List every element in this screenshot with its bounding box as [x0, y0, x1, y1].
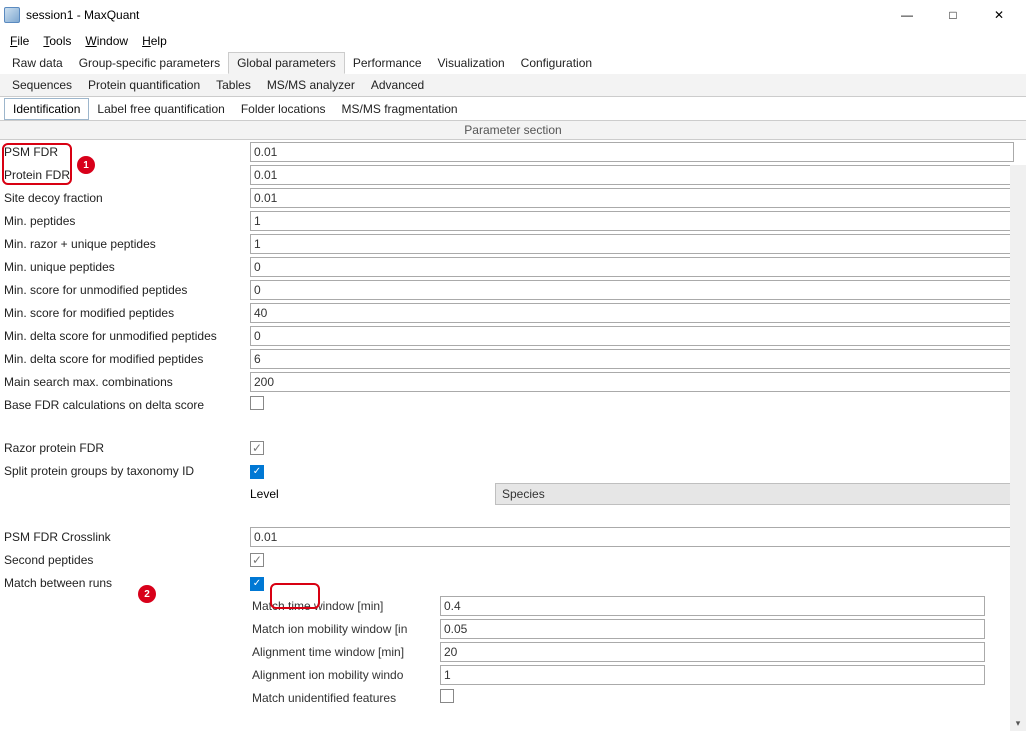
match-ion-label: Match ion mobility window [in — [0, 622, 440, 636]
min-razor-input[interactable] — [250, 234, 1014, 254]
menu-help[interactable]: Help — [142, 34, 167, 48]
menu-bar: File Tools Window Help — [0, 30, 1026, 52]
tab-performance[interactable]: Performance — [345, 53, 430, 73]
scrollbar-track[interactable] — [1010, 165, 1026, 731]
min-unique-input[interactable] — [250, 257, 1014, 277]
site-decoy-input[interactable] — [250, 188, 1014, 208]
second-pep-checkbox[interactable]: ✓ — [250, 553, 264, 567]
scroll-down-button[interactable]: ▾ — [1010, 715, 1026, 731]
split-tax-checkbox[interactable]: ✓ — [250, 465, 264, 479]
min-score-m-label: Min. score for modified peptides — [0, 306, 250, 320]
maximize-button[interactable]: □ — [930, 0, 976, 30]
subtab-identification[interactable]: Identification — [4, 98, 89, 120]
window-title: session1 - MaxQuant — [26, 8, 139, 22]
form-area: PSM FDR Protein FDR Site decoy fraction … — [0, 140, 1026, 731]
psm-fdr-input[interactable] — [250, 142, 1014, 162]
align-ion-input[interactable] — [440, 665, 985, 685]
second-pep-label: Second peptides — [0, 553, 250, 567]
match-tw-input[interactable] — [440, 596, 985, 616]
align-ion-label: Alignment ion mobility windo — [0, 668, 440, 682]
match-unid-checkbox[interactable] — [440, 689, 454, 703]
min-score-u-label: Min. score for unmodified peptides — [0, 283, 250, 297]
tab-raw-data[interactable]: Raw data — [4, 53, 71, 73]
sub-tab-row-2: Identification Label free quantification… — [0, 96, 1026, 120]
min-pep-input[interactable] — [250, 211, 1014, 231]
min-score-u-input[interactable] — [250, 280, 1014, 300]
menu-window[interactable]: Window — [85, 34, 128, 48]
close-button[interactable]: ✕ — [976, 0, 1022, 30]
subtab-advanced[interactable]: Advanced — [363, 75, 432, 95]
subtab-tables[interactable]: Tables — [208, 75, 259, 95]
main-tab-row: Raw data Group-specific parameters Globa… — [0, 52, 1026, 74]
psm-fdr-cl-label: PSM FDR Crosslink — [0, 530, 250, 544]
base-fdr-label: Base FDR calculations on delta score — [0, 398, 250, 412]
protein-fdr-input[interactable] — [250, 165, 1014, 185]
menu-file[interactable]: File — [10, 34, 29, 48]
psm-fdr-label: PSM FDR — [0, 145, 250, 159]
subtab-protein-quant[interactable]: Protein quantification — [80, 75, 208, 95]
level-label: Level — [250, 487, 495, 501]
mbr-label: Match between runs — [0, 576, 250, 590]
base-fdr-checkbox[interactable] — [250, 396, 264, 410]
subtab-lfq[interactable]: Label free quantification — [89, 99, 232, 119]
minimize-button[interactable]: — — [884, 0, 930, 30]
main-comb-input[interactable] — [250, 372, 1014, 392]
min-delta-m-input[interactable] — [250, 349, 1014, 369]
subtab-sequences[interactable]: Sequences — [4, 75, 80, 95]
align-tw-label: Alignment time window [min] — [0, 645, 440, 659]
protein-fdr-label: Protein FDR — [0, 168, 250, 182]
min-unique-label: Min. unique peptides — [0, 260, 250, 274]
tab-configuration[interactable]: Configuration — [513, 53, 600, 73]
min-razor-label: Min. razor + unique peptides — [0, 237, 250, 251]
tab-visualization[interactable]: Visualization — [430, 53, 513, 73]
match-unid-label: Match unidentified features — [0, 691, 440, 705]
match-ion-input[interactable] — [440, 619, 985, 639]
razor-fdr-label: Razor protein FDR — [0, 441, 250, 455]
site-decoy-label: Site decoy fraction — [0, 191, 250, 205]
level-select[interactable]: Species — [495, 483, 1014, 505]
min-score-m-input[interactable] — [250, 303, 1014, 323]
psm-fdr-cl-input[interactable] — [250, 527, 1014, 547]
main-comb-label: Main search max. combinations — [0, 375, 250, 389]
app-icon — [4, 7, 20, 23]
menu-tools[interactable]: Tools — [43, 34, 71, 48]
tab-global-params[interactable]: Global parameters — [228, 52, 345, 74]
subtab-msms-frag[interactable]: MS/MS fragmentation — [334, 99, 466, 119]
min-delta-m-label: Min. delta score for modified peptides — [0, 352, 250, 366]
subtab-folder-loc[interactable]: Folder locations — [233, 99, 334, 119]
subtab-msms-analyzer[interactable]: MS/MS analyzer — [259, 75, 363, 95]
tab-group-params[interactable]: Group-specific parameters — [71, 53, 228, 73]
title-bar: session1 - MaxQuant — □ ✕ — [0, 0, 1026, 30]
min-delta-u-input[interactable] — [250, 326, 1014, 346]
parameter-section-header: Parameter section — [0, 120, 1026, 140]
mbr-checkbox[interactable]: ✓ — [250, 577, 264, 591]
split-tax-label: Split protein groups by taxonomy ID — [0, 464, 250, 478]
match-tw-label: Match time window [min] — [0, 599, 440, 613]
min-delta-u-label: Min. delta score for unmodified peptides — [0, 329, 250, 343]
align-tw-input[interactable] — [440, 642, 985, 662]
razor-fdr-checkbox[interactable]: ✓ — [250, 441, 264, 455]
sub-tab-row-1: Sequences Protein quantification Tables … — [0, 74, 1026, 96]
window-controls: — □ ✕ — [884, 0, 1022, 30]
min-pep-label: Min. peptides — [0, 214, 250, 228]
